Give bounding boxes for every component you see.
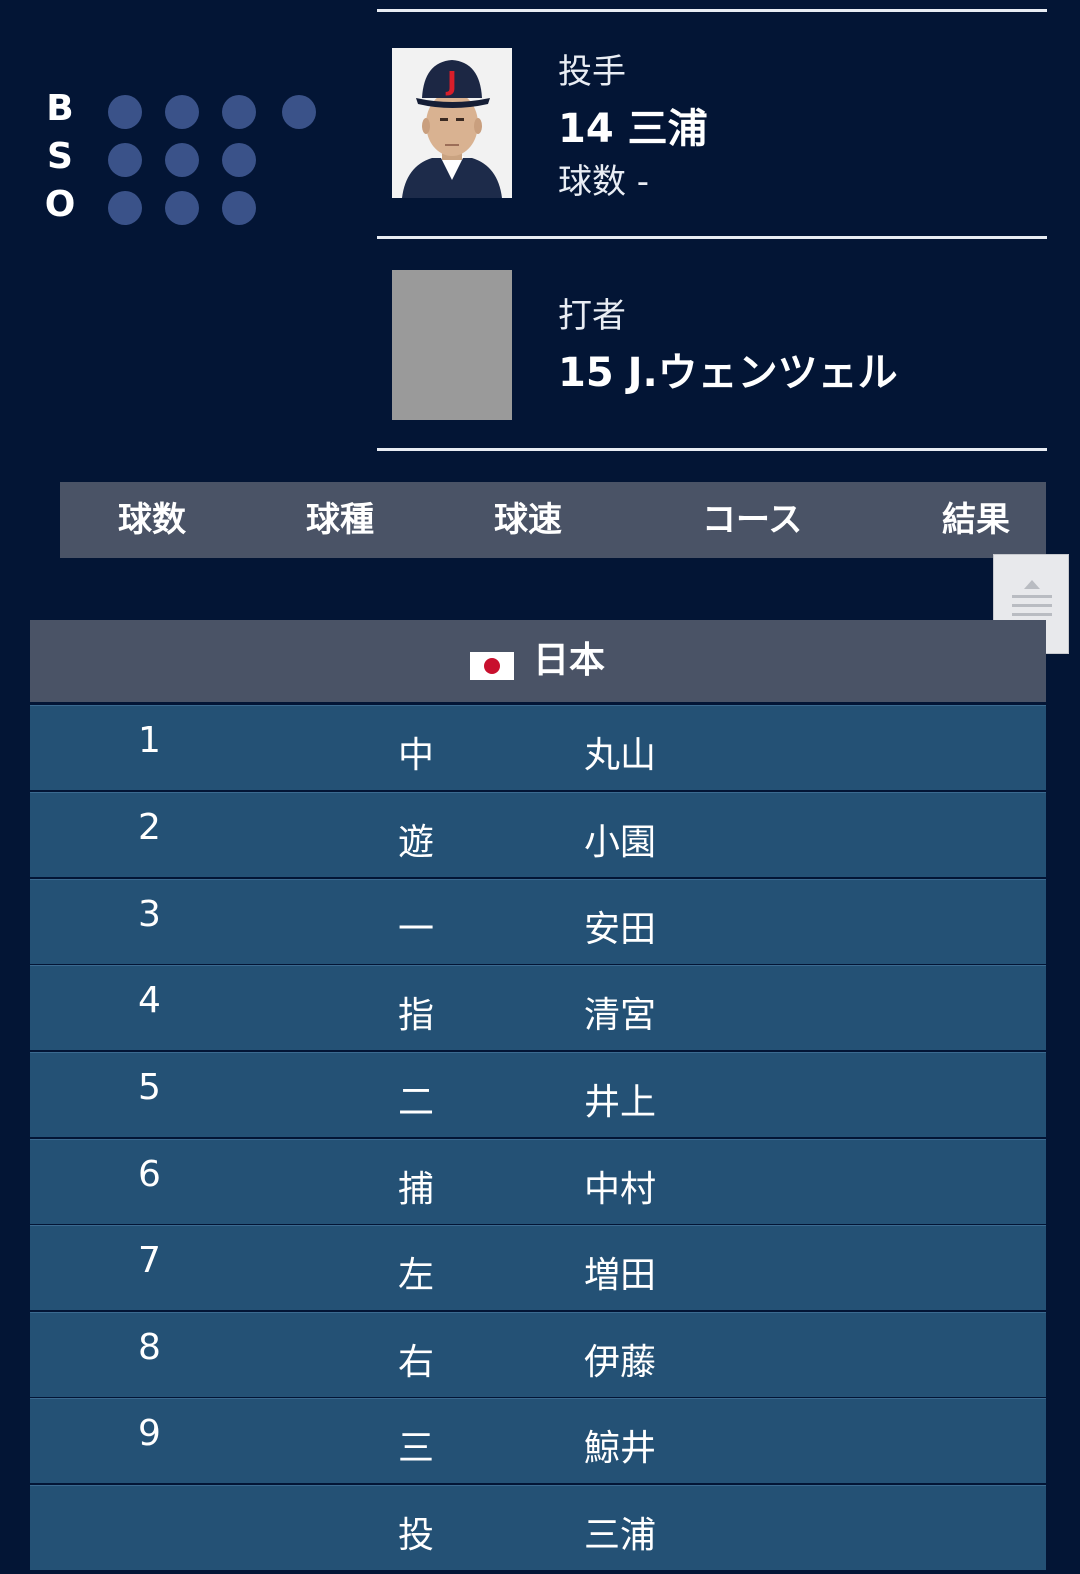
batting-order: 6	[138, 1154, 161, 1195]
header-pitch-speed: 球速	[494, 500, 562, 540]
position: 投	[398, 1515, 435, 1556]
position: 三	[398, 1428, 435, 1469]
lineup-row[interactable]: 6 捕 中村	[30, 1139, 1046, 1224]
lineup-row[interactable]: 3 一 安田	[30, 879, 1046, 964]
strike-dot	[222, 143, 256, 177]
ball-dot	[222, 95, 256, 129]
position: 一	[398, 909, 435, 950]
strike-count-row: S	[40, 135, 80, 177]
pitcher-name: 14 三浦	[558, 106, 708, 152]
player-name: 中村	[584, 1169, 657, 1210]
team-header: 日本	[30, 620, 1046, 702]
player-name: 井上	[584, 1082, 657, 1123]
player-name: 鯨井	[584, 1428, 657, 1469]
pitch-table-header: 球数 球種 球速 コース 結果	[60, 482, 1046, 558]
batting-order: 2	[138, 807, 161, 848]
strike-label: S	[47, 135, 73, 177]
batter-role-label: 打者	[558, 296, 626, 336]
player-name: 三浦	[584, 1515, 657, 1556]
lineup-row[interactable]: 7 左 増田	[30, 1225, 1046, 1310]
batting-order: 8	[138, 1327, 161, 1368]
lineup-row[interactable]: 8 右 伊藤	[30, 1312, 1046, 1397]
position: 二	[398, 1082, 435, 1123]
position: 指	[398, 995, 435, 1036]
ball-dot	[282, 95, 316, 129]
position: 右	[398, 1342, 435, 1383]
divider	[377, 9, 1047, 12]
strike-dot	[165, 143, 199, 177]
out-dot	[222, 191, 256, 225]
batting-order: 3	[138, 894, 161, 935]
japan-flag-icon	[470, 652, 514, 680]
ball-dot	[165, 95, 199, 129]
pitcher-role-label: 投手	[558, 52, 626, 92]
batting-order: 4	[138, 980, 161, 1021]
header-course: コース	[702, 500, 803, 540]
pitcher-pitch-count: 球数 -	[558, 162, 650, 202]
player-name: 増田	[584, 1255, 657, 1296]
position: 左	[398, 1255, 435, 1296]
out-dot	[165, 191, 199, 225]
header-result: 結果	[942, 500, 1010, 540]
header-pitch-type: 球種	[306, 500, 374, 540]
lineup-row[interactable]: 4 指 清宮	[30, 965, 1046, 1050]
cap-logo-text: J	[445, 67, 457, 97]
flag-sun	[484, 658, 500, 674]
ball-label: B	[46, 87, 74, 129]
batting-order: 7	[138, 1240, 161, 1281]
strike-dot	[108, 143, 142, 177]
out-dot	[108, 191, 142, 225]
player-name: 小園	[584, 822, 657, 863]
out-count-row: O	[40, 183, 80, 225]
out-label: O	[44, 183, 76, 225]
lineup-row[interactable]: 投 三浦	[30, 1485, 1046, 1570]
header-pitch-number: 球数	[118, 500, 186, 540]
batting-order: 9	[138, 1413, 161, 1454]
lineup-row[interactable]: 1 中 丸山	[30, 705, 1046, 790]
lineup-row[interactable]: 9 三 鯨井	[30, 1398, 1046, 1483]
ball-dot	[108, 95, 142, 129]
position: 遊	[398, 822, 435, 863]
divider	[377, 236, 1047, 239]
lineup-row[interactable]: 5 二 井上	[30, 1052, 1046, 1137]
batter-photo-placeholder	[392, 270, 512, 420]
player-name: 安田	[584, 909, 657, 950]
player-name: 清宮	[584, 995, 657, 1036]
position: 中	[398, 735, 435, 776]
team-name: 日本	[533, 640, 606, 681]
divider	[377, 448, 1047, 451]
batter-name: 15 J.ウェンツェル	[558, 350, 898, 396]
batting-order: 5	[138, 1067, 161, 1108]
player-name: 伊藤	[584, 1342, 657, 1383]
pitcher-photo: J	[392, 48, 512, 198]
ball-count-row: B	[40, 87, 80, 129]
player-name: 丸山	[584, 735, 657, 776]
lineup-row[interactable]: 2 遊 小園	[30, 792, 1046, 877]
player-portrait-icon: J	[392, 48, 512, 198]
position: 捕	[398, 1169, 435, 1210]
batting-order: 1	[138, 720, 161, 761]
